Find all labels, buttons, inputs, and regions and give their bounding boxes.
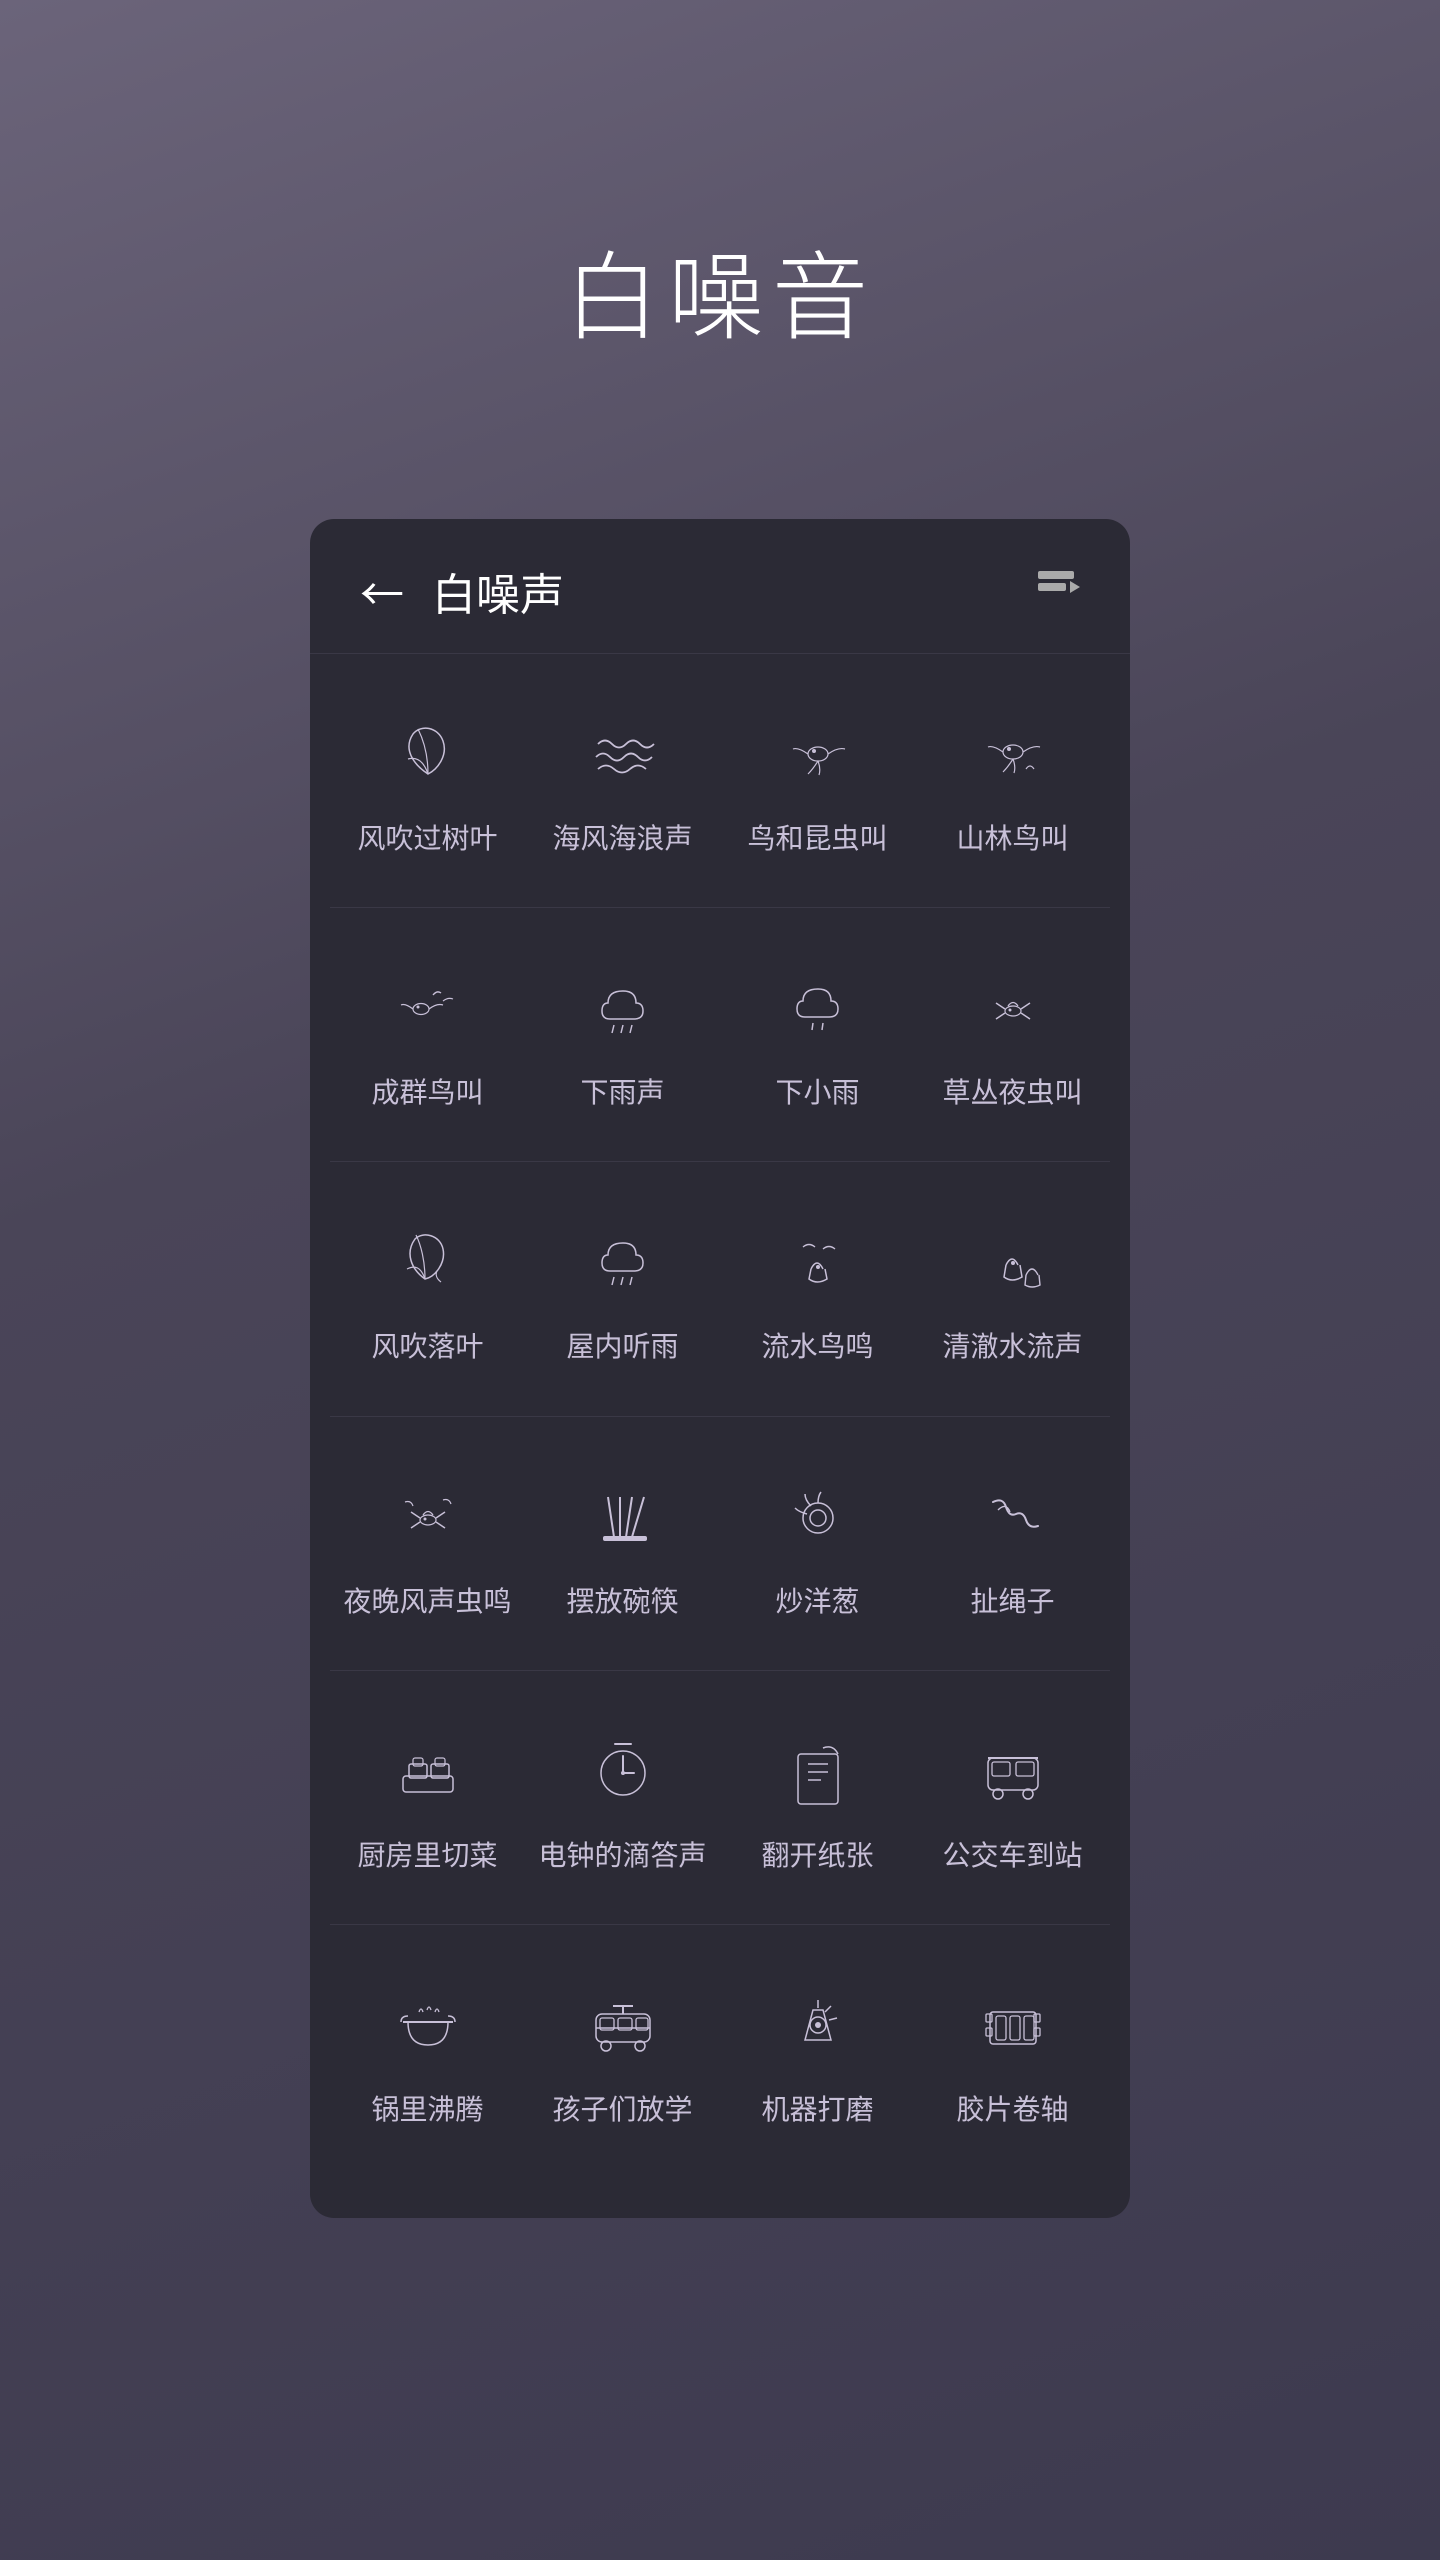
- machine-grind-icon: [778, 1985, 858, 2065]
- night-wind-bugs-label: 夜晚风声虫鸣: [343, 1581, 511, 1620]
- rope-icon: [973, 1477, 1053, 1557]
- indoor-rain-label: 屋内听雨: [566, 1326, 678, 1365]
- flock-birds-icon: [388, 968, 468, 1048]
- grid-row-2: 成群鸟叫 下雨声 下小雨 草丛夜虫叫: [310, 908, 1130, 1161]
- item-wind-leaves[interactable]: 风吹过树叶: [330, 674, 525, 887]
- clock-tick-icon: [583, 1731, 663, 1811]
- item-film-reel[interactable]: 胶片卷轴: [915, 1945, 1110, 2158]
- header-left: ← 白噪声: [360, 559, 564, 623]
- clock-tick-label: 电钟的滴答声: [538, 1835, 706, 1874]
- rain-icon: [583, 968, 663, 1048]
- queue-button[interactable]: [1032, 561, 1080, 621]
- flock-birds-label: 成群鸟叫: [371, 1072, 483, 1111]
- item-falling-leaves[interactable]: 风吹落叶: [330, 1182, 525, 1395]
- item-boiling-pot[interactable]: 锅里沸腾: [330, 1945, 525, 2158]
- clear-stream-icon: [973, 1222, 1053, 1302]
- indoor-rain-icon: [583, 1222, 663, 1302]
- main-card: ← 白噪声 风吹过树叶 海风海浪声: [310, 519, 1130, 2218]
- item-rope[interactable]: 扯绳子: [915, 1437, 1110, 1650]
- item-stream-birds[interactable]: 流水鸟鸣: [720, 1182, 915, 1395]
- birds-insects-icon: [778, 714, 858, 794]
- grid-row-4: 夜晚风声虫鸣 摆放碗筷 炒洋葱 扯绳子: [310, 1417, 1130, 1670]
- item-sea-waves[interactable]: 海风海浪声: [525, 674, 720, 887]
- item-kitchen-cut[interactable]: 厨房里切菜: [330, 1691, 525, 1904]
- bus-stop-icon: [973, 1731, 1053, 1811]
- night-wind-bugs-icon: [388, 1477, 468, 1557]
- grid-row-1: 风吹过树叶 海风海浪声 鸟和昆虫叫 山林鸟叫: [310, 654, 1130, 907]
- falling-leaves-icon: [388, 1222, 468, 1302]
- night-insects-icon: [973, 968, 1053, 1048]
- item-clear-stream[interactable]: 清澈水流声: [915, 1182, 1110, 1395]
- school-bus-icon: [583, 1985, 663, 2065]
- item-night-wind-bugs[interactable]: 夜晚风声虫鸣: [330, 1437, 525, 1650]
- stream-birds-label: 流水鸟鸣: [761, 1326, 873, 1365]
- card-header: ← 白噪声: [310, 519, 1130, 654]
- card-title: 白噪声: [432, 559, 564, 623]
- mountain-birds-label: 山林鸟叫: [956, 818, 1068, 857]
- item-flip-paper[interactable]: 翻开纸张: [720, 1691, 915, 1904]
- kitchen-cut-label: 厨房里切菜: [357, 1835, 497, 1874]
- item-flock-birds[interactable]: 成群鸟叫: [330, 928, 525, 1141]
- boiling-pot-icon: [388, 1985, 468, 2065]
- chopsticks-icon: [583, 1477, 663, 1557]
- page-title: 白噪音: [564, 220, 876, 359]
- mountain-birds-icon: [973, 714, 1053, 794]
- item-rain[interactable]: 下雨声: [525, 928, 720, 1141]
- machine-grind-label: 机器打磨: [761, 2089, 873, 2128]
- grid-row-6: 锅里沸腾 孩子们放学 机器打磨 胶片卷轴: [310, 1925, 1130, 2178]
- boiling-pot-label: 锅里沸腾: [371, 2089, 483, 2128]
- kitchen-cut-icon: [388, 1731, 468, 1811]
- fry-onion-label: 炒洋葱: [775, 1581, 859, 1620]
- fry-onion-icon: [778, 1477, 858, 1557]
- clear-stream-label: 清澈水流声: [942, 1326, 1082, 1365]
- item-bus-stop[interactable]: 公交车到站: [915, 1691, 1110, 1904]
- night-insects-label: 草丛夜虫叫: [942, 1072, 1082, 1111]
- grid-row-3: 风吹落叶 屋内听雨 流水鸟鸣 清澈水流声: [310, 1162, 1130, 1415]
- film-reel-label: 胶片卷轴: [956, 2089, 1068, 2128]
- rain-label: 下雨声: [580, 1072, 664, 1111]
- item-mountain-birds[interactable]: 山林鸟叫: [915, 674, 1110, 887]
- item-light-rain[interactable]: 下小雨: [720, 928, 915, 1141]
- school-bus-label: 孩子们放学: [552, 2089, 692, 2128]
- light-rain-icon: [778, 968, 858, 1048]
- item-school-bus[interactable]: 孩子们放学: [525, 1945, 720, 2158]
- item-machine-grind[interactable]: 机器打磨: [720, 1945, 915, 2158]
- flip-paper-icon: [778, 1731, 858, 1811]
- back-button[interactable]: ←: [360, 569, 404, 613]
- chopsticks-label: 摆放碗筷: [566, 1581, 678, 1620]
- item-clock-tick[interactable]: 电钟的滴答声: [525, 1691, 720, 1904]
- rope-label: 扯绳子: [970, 1581, 1054, 1620]
- item-fry-onion[interactable]: 炒洋葱: [720, 1437, 915, 1650]
- item-chopsticks[interactable]: 摆放碗筷: [525, 1437, 720, 1650]
- item-birds-insects[interactable]: 鸟和昆虫叫: [720, 674, 915, 887]
- flip-paper-label: 翻开纸张: [761, 1835, 873, 1874]
- item-night-insects[interactable]: 草丛夜虫叫: [915, 928, 1110, 1141]
- stream-birds-icon: [778, 1222, 858, 1302]
- birds-insects-label: 鸟和昆虫叫: [747, 818, 887, 857]
- sea-waves-icon: [583, 714, 663, 794]
- wind-leaves-icon: [388, 714, 468, 794]
- item-indoor-rain[interactable]: 屋内听雨: [525, 1182, 720, 1395]
- bus-stop-label: 公交车到站: [942, 1835, 1082, 1874]
- wind-leaves-label: 风吹过树叶: [357, 818, 497, 857]
- film-reel-icon: [973, 1985, 1053, 2065]
- light-rain-label: 下小雨: [775, 1072, 859, 1111]
- grid-row-5: 厨房里切菜 电钟的滴答声 翻开纸张 公交车到站: [310, 1671, 1130, 1924]
- falling-leaves-label: 风吹落叶: [371, 1326, 483, 1365]
- sea-waves-label: 海风海浪声: [552, 818, 692, 857]
